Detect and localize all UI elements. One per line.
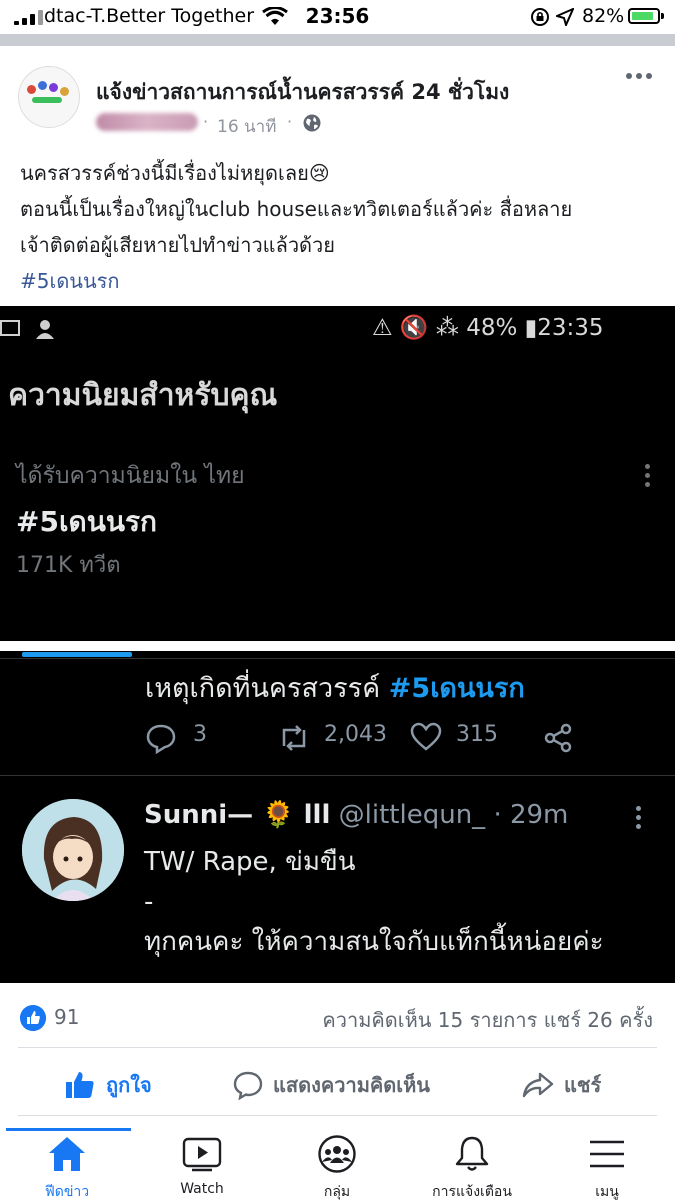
groups-icon <box>318 1135 356 1173</box>
heart-icon <box>410 722 442 751</box>
divider <box>0 658 675 659</box>
post-text: นครสวรรค์ช่วงนี้มีเรื่องไม่หยุดเลย😢 ตอนน… <box>20 155 665 299</box>
share-arrow-icon <box>522 1072 554 1098</box>
blurred-author <box>96 113 198 131</box>
rotation-lock-icon <box>531 8 549 26</box>
embedded-status-bar: ⚠ 🔇 ⁂ 48% ▮23:35 <box>0 306 675 350</box>
globe-icon <box>303 114 321 132</box>
nav-watch[interactable]: Watch <box>142 1135 262 1197</box>
user-handle: @littlequn_ · 29m <box>338 800 569 830</box>
share-button[interactable]: แชร์ <box>522 1065 601 1105</box>
like-count[interactable]: 91 <box>54 1005 79 1029</box>
image-splice-gap <box>0 641 675 651</box>
tweet-line: TW/ Rape, ข่มขืน <box>144 847 356 877</box>
battery-percent: 82% <box>582 5 625 27</box>
like-label: ถูกใจ <box>106 1073 152 1097</box>
location-icon <box>556 8 574 26</box>
post-line: เจ้าติดต่อผู้เสียหายไปทำข่าวแล้วด้วย <box>20 233 335 257</box>
hamburger-menu-icon <box>590 1140 624 1168</box>
nav-notifications[interactable]: การแจ้งเตือน <box>412 1135 532 1203</box>
comment-label: แสดงความคิดเห็น <box>273 1073 430 1097</box>
like-reaction-icon[interactable] <box>20 1005 46 1031</box>
tweet-hashtag: #5เดนนรก <box>388 673 525 704</box>
divider <box>0 775 675 776</box>
tweet-text-body: เหตุเกิดที่นครสวรรค์ <box>145 673 389 704</box>
trending-heading: ความนิยมสำหรับคุณ <box>8 378 278 413</box>
anime-girl-icon <box>22 799 124 901</box>
post-line: ตอนนี้เป็นเรื่องใหญ่ในclub houseและทวิตเ… <box>20 197 573 221</box>
tweet-body: TW/ Rape, ข่มขืน - ทุกคนคะ ให้ความสนใจกั… <box>144 842 604 962</box>
post-line: นครสวรรค์ช่วงนี้มีเรื่องไม่หยุดเลย😢 <box>20 161 330 185</box>
nav-menu[interactable]: เมนู <box>547 1135 667 1203</box>
tweet-author: Sunni— 🌻 lll @littlequn_ · 29m <box>144 800 568 830</box>
tweet-text: เหตุเกิดที่นครสวรรค์ #5เดนนรก <box>145 666 525 709</box>
hashtag-link[interactable]: #5เดนนรก <box>20 263 665 299</box>
more-vertical-icon <box>636 806 641 829</box>
nav-feed[interactable]: ฟีดข่าว <box>7 1135 127 1203</box>
person-icon <box>36 320 54 339</box>
more-options-icon[interactable] <box>626 73 652 79</box>
tweet-line: ทุกคนคะ ให้ความสนใจกับแท็กนี้หน่อยค่ะ <box>144 927 604 957</box>
trend-name: #5เดนนรก <box>16 505 157 538</box>
nav-groups[interactable]: กลุ่ม <box>277 1135 397 1203</box>
like-button[interactable]: ถูกใจ <box>64 1065 152 1105</box>
divider <box>18 1115 657 1116</box>
active-tab-indicator <box>6 1128 131 1131</box>
more-vertical-icon <box>645 464 650 487</box>
share-node-icon <box>544 723 572 753</box>
home-icon <box>49 1137 85 1171</box>
like-count-embed: 315 <box>456 722 498 747</box>
page-avatar[interactable] <box>18 66 80 128</box>
retweet-count: 2,043 <box>324 722 387 747</box>
separator-dot: · <box>287 112 293 131</box>
user-display-name: Sunni— 🌻 lll <box>144 800 331 830</box>
trend-count: 171K ทวีต <box>16 553 121 578</box>
share-label: แชร์ <box>564 1073 602 1097</box>
battery-icon <box>628 8 664 24</box>
separator-dot: · <box>203 112 209 131</box>
comment-button[interactable]: แสดงความคิดเห็น <box>233 1065 430 1105</box>
bell-icon <box>455 1136 489 1171</box>
nav-watch-label: Watch <box>180 1181 224 1197</box>
video-icon <box>182 1137 222 1172</box>
post-image[interactable]: ⚠ 🔇 ⁂ 48% ▮23:35 ความนิยมสำหรับคุณ ได้รั… <box>0 306 675 983</box>
divider <box>18 1047 657 1048</box>
page-name[interactable]: แจ้งข่าวสถานการณ์น้ำนครสวรรค์ 24 ชั่วโมง <box>96 76 509 109</box>
status-bar: dtac-T.Better Together 23:56 82% <box>0 0 675 34</box>
post-time[interactable]: 16 นาที <box>217 113 276 140</box>
comment-icon <box>233 1071 263 1100</box>
tab-indicator <box>22 652 132 657</box>
reply-icon <box>146 724 176 754</box>
divider <box>0 34 675 46</box>
tweet-line: - <box>144 887 154 917</box>
embedded-system-status: ⚠ 🔇 ⁂ 48% ▮23:35 <box>372 315 604 341</box>
thumbs-up-icon <box>66 1072 94 1098</box>
reply-count: 3 <box>193 722 207 747</box>
image-notification-icon <box>0 320 20 336</box>
retweet-icon <box>282 725 306 751</box>
comments-shares-count[interactable]: ความคิดเห็น 15 รายการ แชร์ 26 ครั้ง <box>322 1004 653 1036</box>
user-avatar <box>22 799 124 901</box>
trend-label: ได้รับความนิยมใน ไทย <box>16 463 245 489</box>
